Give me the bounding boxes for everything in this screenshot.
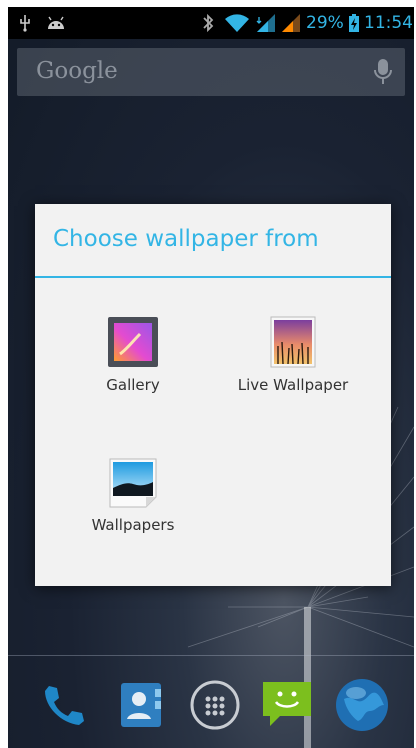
search-hint: Google [36,58,118,84]
gallery-icon [107,316,159,368]
wifi-icon [224,7,250,39]
live-wallpaper-option[interactable]: Live Wallpaper [213,316,373,394]
bluetooth-icon [202,7,214,39]
usb-icon [18,7,32,39]
phone-icon[interactable] [34,675,94,735]
dock-divider [8,655,414,656]
clock: 11:54 [364,13,413,33]
dialog-title: Choose wallpaper from [53,226,319,252]
signal-icon [280,7,302,39]
gallery-label: Gallery [106,376,160,394]
battery-charging-icon [348,7,360,39]
gallery-option[interactable]: Gallery [53,316,213,394]
wallpapers-label: Wallpapers [91,516,175,534]
messaging-icon[interactable] [257,675,317,735]
android-debug-icon [46,7,66,39]
all-apps-icon[interactable] [185,675,245,735]
home-screen: 29% 11:54 Google Choose wallpaper from G… [8,7,414,748]
live-wallpaper-icon [270,316,316,368]
wallpapers-icon [109,458,157,508]
choose-wallpaper-dialog: Choose wallpaper from Gallery Live Wallp… [35,204,391,586]
status-bar: 29% 11:54 [8,7,414,39]
wallpapers-option[interactable]: Wallpapers [53,458,213,534]
browser-icon[interactable] [332,675,392,735]
google-search-bar[interactable]: Google [17,48,405,96]
contacts-icon[interactable] [111,675,171,735]
battery-percent: 29% [306,13,344,33]
mic-icon[interactable] [373,58,393,90]
live-wallpaper-label: Live Wallpaper [237,376,349,394]
dialog-divider [35,276,391,278]
signal-icon [255,7,277,39]
